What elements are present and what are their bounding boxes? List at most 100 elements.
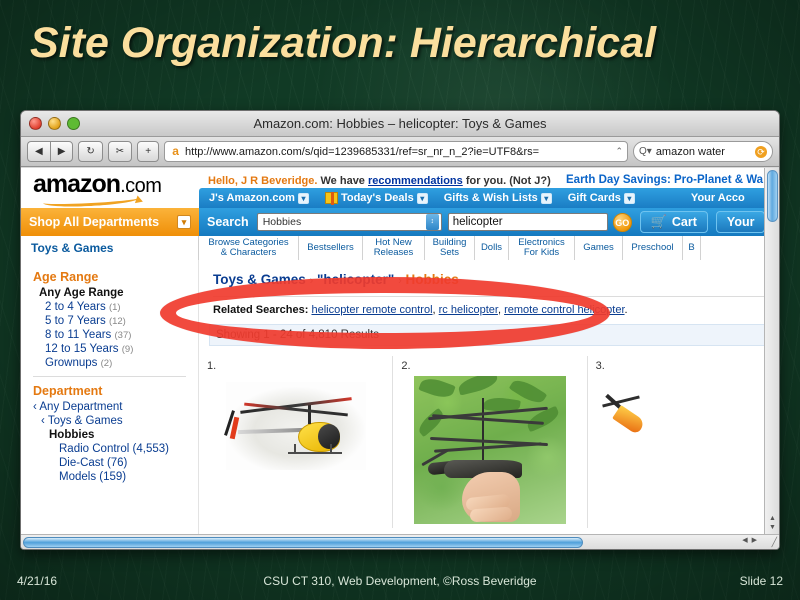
horizontal-scrollbar[interactable]: ◀▶ ╱ [21, 534, 779, 549]
product-image-helicopter-black[interactable] [413, 376, 566, 524]
resize-grip[interactable]: ╱ [772, 537, 777, 548]
subtab-browse-categories[interactable]: Browse Categories & Characters [199, 236, 299, 260]
nav-item-your-account[interactable]: Your Acco [691, 192, 745, 204]
sidebar-divider [33, 376, 186, 377]
vertical-scrollbar[interactable]: ▲ ▼ [764, 168, 779, 534]
search-category-value: Hobbies [262, 216, 302, 228]
sidebar-item-radio-control[interactable]: Radio Control (4,553) [59, 443, 198, 455]
search-category-select[interactable]: Hobbies ↕ [256, 213, 442, 231]
sidebar-item-toys-games[interactable]: ‹ Toys & Games [41, 415, 198, 427]
dept-count: (159) [99, 471, 127, 483]
result-item-2[interactable]: 2. [393, 356, 588, 528]
search-input[interactable]: helicopter [447, 213, 608, 231]
age-count: (1) [108, 302, 121, 313]
subtab-bestsellers[interactable]: Bestsellers [299, 236, 363, 260]
greeting-suffix: for you. (Not J?) [465, 175, 551, 187]
subtab-games[interactable]: Games [575, 236, 623, 260]
horizontal-scrollbar-thumb[interactable] [23, 537, 583, 548]
dept-count: (76) [106, 457, 128, 469]
minimize-window-button[interactable] [48, 117, 61, 130]
add-bookmark-icon[interactable]: + [137, 141, 160, 162]
subtab-dolls[interactable]: Dolls [475, 236, 509, 260]
nav-label: Your Acco [690, 192, 745, 204]
result-item-1[interactable]: 1. [199, 356, 394, 528]
breadcrumb-item-hobbies: Hobbies [405, 272, 459, 287]
department-tab-toys-games[interactable]: Toys & Games [21, 236, 199, 260]
browser-toolbar: ◀ ▶ ↻ ✂ + a http://www.amazon.com/s/qid=… [21, 137, 779, 167]
sidebar-item-age-12-15[interactable]: 12 to 15 Years (9) [45, 343, 198, 355]
cart-button[interactable]: 🛒 Cart [639, 211, 708, 233]
subtab-electronics-for-kids[interactable]: Electronics For Kids [509, 236, 575, 260]
related-link-rc-helicopter[interactable]: rc helicopter [439, 304, 498, 316]
results-grid: 1. 2. 3. [199, 356, 779, 528]
forward-icon[interactable]: ▶ [49, 141, 74, 162]
nav-item-gifts-wish-lists[interactable]: Gifts & Wish Lists ▾ [444, 192, 552, 204]
age-label: 5 to 7 Years [45, 315, 106, 327]
sidebar-item-any-department[interactable]: ‹ Any Department [33, 401, 198, 413]
sidebar-item-age-5-7[interactable]: 5 to 7 Years (12) [45, 315, 198, 327]
vertical-scrollbar-thumb[interactable] [767, 170, 778, 222]
promo-banner-text[interactable]: Earth Day Savings: Pro-Planet & Wa [566, 174, 763, 186]
related-link-remote-control-helicopter[interactable]: remote control helicopter [504, 304, 624, 316]
recommendations-link[interactable]: recommendations [368, 175, 463, 187]
sidebar-item-die-cast[interactable]: Die-Cast (76) [59, 457, 198, 469]
results-count: Showing 1 - 24 of 4,810 Results [209, 324, 771, 346]
amazon-main: Age Range Any Age Range 2 to 4 Years (1)… [21, 260, 779, 537]
product-image-helicopter-orange[interactable] [600, 393, 652, 440]
vertical-scroll-buttons[interactable]: ▲ ▼ [766, 514, 779, 532]
age-label: 12 to 15 Years [45, 343, 119, 355]
related-searches: Related Searches: helicopter remote cont… [213, 304, 628, 316]
sidebar-item-models[interactable]: Models (159) [59, 471, 198, 483]
breadcrumb-item-query[interactable]: "helicopter" [317, 272, 394, 287]
breadcrumb: Toys & Games › "helicopter" › Hobbies [199, 260, 779, 287]
reload-icon[interactable]: ↻ [78, 141, 103, 162]
snip-icon[interactable]: ✂ [107, 141, 133, 162]
chevron-down-icon: ▾ [540, 192, 552, 204]
showing-wrapper: Showing 1 - 24 of 4,810 Results [209, 324, 771, 346]
subtab-hot-new-releases[interactable]: Hot New Releases [363, 236, 425, 260]
close-window-button[interactable] [29, 117, 42, 130]
clear-search-icon[interactable]: ⟳ [755, 145, 767, 158]
result-number: 1. [207, 360, 217, 372]
greeting-text: Hello, J R Beveridge. We have recommenda… [208, 175, 551, 187]
subtab-preschool[interactable]: Preschool [623, 236, 683, 260]
breadcrumb-item-toys-games[interactable]: Toys & Games [213, 272, 306, 287]
window-controls [29, 117, 80, 130]
sidebar-item-any-age-range[interactable]: Any Age Range [39, 287, 198, 299]
result-item-3[interactable]: 3. [588, 356, 779, 528]
browser-window: Amazon.com: Hobbies – helicopter: Toys &… [20, 110, 780, 550]
your-account-button[interactable]: Your [715, 211, 766, 233]
browser-search-field[interactable]: Q▾ amazon water ⟳ [633, 141, 773, 162]
url-text: http://www.amazon.com/s/qid=1239685331/r… [185, 145, 540, 158]
nav-label: J's Amazon.com [209, 192, 295, 204]
subtab-building-sets[interactable]: Building Sets [425, 236, 475, 260]
horizontal-scroll-buttons[interactable]: ◀▶ [742, 536, 761, 544]
related-link-helicopter-remote-control[interactable]: helicopter remote control [311, 304, 432, 316]
nav-item-todays-deals[interactable]: Today's Deals ▾ [324, 192, 428, 205]
product-image-helicopter-yellow[interactable] [223, 382, 366, 470]
greeting-prefix: Hello, J R Beveridge. [208, 175, 318, 187]
subnav-tabs: Browse Categories & Characters Bestselle… [199, 236, 779, 260]
sidebar-item-grownups[interactable]: Grownups (2) [45, 357, 198, 369]
nav-item-gift-cards[interactable]: Gift Cards ▾ [568, 192, 635, 204]
shop-all-departments-button[interactable]: Shop All Departments ▾ [21, 208, 199, 236]
go-button[interactable]: GO [612, 212, 632, 232]
sidebar-item-age-8-11[interactable]: 8 to 11 Years (37) [45, 329, 198, 341]
subtab-b[interactable]: B [683, 236, 701, 260]
age-count: (12) [108, 316, 126, 327]
address-bar[interactable]: a http://www.amazon.com/s/qid=1239685331… [164, 141, 628, 162]
chevron-down-icon: ▾ [297, 192, 309, 204]
page-viewport: amazon.com Hello, J R Beveridge. We have… [21, 168, 779, 549]
age-count: (2) [100, 358, 113, 369]
amazon-header: amazon.com Hello, J R Beveridge. We have… [21, 168, 779, 209]
breadcrumb-separator: › [398, 275, 402, 287]
zoom-window-button[interactable] [67, 117, 80, 130]
back-icon[interactable]: ◀ [27, 141, 50, 162]
sidebar-item-hobbies: Hobbies [49, 429, 95, 441]
nav-item-js-amazon[interactable]: J's Amazon.com ▾ [209, 192, 309, 204]
search-icon: Q▾ [639, 146, 652, 157]
footer-slide-number: Slide 12 [739, 574, 783, 588]
sidebar-item-age-2-4[interactable]: 2 to 4 Years (1) [45, 301, 198, 313]
chevron-down-icon: ▾ [177, 215, 191, 229]
chevron-down-icon: ▾ [623, 192, 635, 204]
